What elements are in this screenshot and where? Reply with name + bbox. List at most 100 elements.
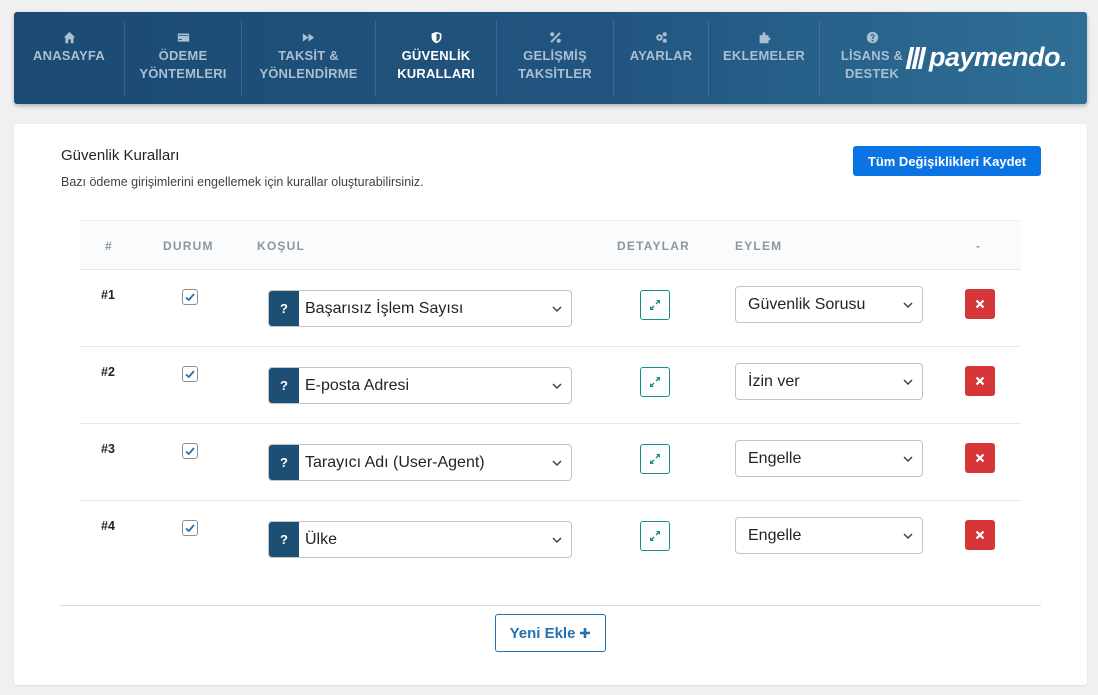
table-row: #1 ? Başarısız İşlem Sayısı Güvenlik Sor…	[80, 270, 1021, 347]
action-select[interactable]: Engelle	[735, 517, 923, 554]
header-condition: KOŞUL	[257, 239, 305, 253]
page-description: Bazı ödeme girişimlerini engellemek için…	[61, 175, 424, 189]
action-select[interactable]: Engelle	[735, 440, 923, 477]
condition-select[interactable]: ? Tarayıcı Adı (User-Agent)	[268, 444, 572, 481]
puzzle-icon	[758, 30, 771, 44]
plus-icon	[580, 628, 591, 638]
header-action: EYLEM	[735, 239, 783, 253]
row-number: #4	[101, 519, 115, 533]
close-icon	[975, 530, 985, 540]
chevron-down-icon	[552, 305, 562, 312]
brand-logo: paymendo.	[905, 42, 1068, 73]
nav-label-settings: AYARLAR	[629, 48, 693, 63]
header-status: DURUM	[163, 239, 214, 253]
chevron-down-icon	[903, 378, 913, 385]
help-icon[interactable]: ?	[269, 368, 299, 403]
save-all-button[interactable]: Tüm Değişiklikleri Kaydet	[853, 146, 1041, 176]
home-icon	[63, 30, 76, 44]
nav-label-addons: EKLEMELER	[723, 48, 805, 63]
table-row: #3 ? Tarayıcı Adı (User-Agent) Engelle	[80, 424, 1021, 501]
action-select[interactable]: Güvenlik Sorusu	[735, 286, 923, 323]
nav-label-advanced-installments: GELİŞMİŞ TAKSİTLER	[518, 48, 592, 81]
expand-details-button[interactable]	[640, 367, 670, 397]
status-checkbox[interactable]	[182, 289, 198, 305]
nav-item-home[interactable]: ANASAYFA	[14, 12, 124, 104]
chevron-down-icon	[903, 532, 913, 539]
expand-details-button[interactable]	[640, 444, 670, 474]
nav-label-license-support: LİSANS & DESTEK	[840, 48, 904, 81]
nav-label-security-rules: GÜVENLİK KURALLARI	[397, 48, 475, 81]
nav-item-security-rules[interactable]: GÜVENLİK KURALLARI	[376, 12, 496, 104]
status-checkbox[interactable]	[182, 520, 198, 536]
nav-label-payment-methods: ÖDEME YÖNTEMLERI	[139, 48, 227, 81]
nav-item-payment-methods[interactable]: ÖDEME YÖNTEMLERI	[125, 12, 241, 104]
condition-select[interactable]: ? E-posta Adresi	[268, 367, 572, 404]
question-circle-icon	[866, 30, 879, 44]
help-icon[interactable]: ?	[269, 522, 299, 557]
close-icon	[975, 376, 985, 386]
nav-label-home: ANASAYFA	[33, 48, 105, 63]
row-number: #2	[101, 365, 115, 379]
table-row: #4 ? Ülke Engelle	[80, 501, 1021, 578]
row-number: #1	[101, 288, 115, 302]
chevron-down-icon	[552, 536, 562, 543]
add-rule-button[interactable]: Yeni Ekle	[495, 614, 606, 652]
expand-icon	[650, 377, 660, 387]
condition-value: Tarayıcı Adı (User-Agent)	[305, 453, 485, 471]
header-remove: -	[976, 239, 982, 253]
expand-details-button[interactable]	[640, 521, 670, 551]
action-value: İzin ver	[748, 372, 800, 390]
status-checkbox[interactable]	[182, 443, 198, 459]
close-icon	[975, 453, 985, 463]
expand-details-button[interactable]	[640, 290, 670, 320]
rules-table: # DURUM KOŞUL DETAYLAR EYLEM - #1 ? Başa…	[80, 220, 1021, 578]
table-row: #2 ? E-posta Adresi İzin ver	[80, 347, 1021, 424]
condition-select[interactable]: ? Ülke	[268, 521, 572, 558]
row-number: #3	[101, 442, 115, 456]
add-rule-label: Yeni Ekle	[509, 624, 576, 642]
expand-icon	[650, 300, 660, 310]
delete-rule-button[interactable]	[965, 520, 995, 550]
nav-item-settings[interactable]: AYARLAR	[614, 12, 708, 104]
close-icon	[975, 299, 985, 309]
nav-items: ANASAYFA ÖDEME YÖNTEMLERI TAKSİT & YÖNLE…	[14, 12, 924, 104]
shield-icon	[430, 30, 443, 44]
action-value: Engelle	[748, 526, 802, 544]
check-icon	[185, 524, 195, 533]
condition-value: E-posta Adresi	[305, 376, 410, 394]
check-icon	[185, 447, 195, 456]
nav-item-advanced-installments[interactable]: GELİŞMİŞ TAKSİTLER	[497, 12, 613, 104]
page-title: Güvenlik Kuralları	[61, 147, 180, 164]
check-icon	[185, 370, 195, 379]
brand-mark-icon	[905, 46, 929, 69]
nav-item-addons[interactable]: EKLEMELER	[709, 12, 819, 104]
delete-rule-button[interactable]	[965, 443, 995, 473]
forward-icon	[302, 30, 315, 44]
table-header: # DURUM KOŞUL DETAYLAR EYLEM -	[80, 220, 1021, 270]
condition-select[interactable]: ? Başarısız İşlem Sayısı	[268, 290, 572, 327]
delete-rule-button[interactable]	[965, 366, 995, 396]
chevron-down-icon	[552, 459, 562, 466]
action-value: Engelle	[748, 449, 802, 467]
action-select[interactable]: İzin ver	[735, 363, 923, 400]
credit-card-icon	[177, 30, 190, 44]
nav-label-installment-routing: TAKSİT & YÖNLENDİRME	[259, 48, 358, 81]
delete-rule-button[interactable]	[965, 289, 995, 319]
nav-item-installment-routing[interactable]: TAKSİT & YÖNLENDİRME	[242, 12, 375, 104]
security-rules-card: Güvenlik Kuralları Bazı ödeme girişimler…	[14, 124, 1087, 685]
help-icon[interactable]: ?	[269, 291, 299, 326]
chevron-down-icon	[903, 301, 913, 308]
status-checkbox[interactable]	[182, 366, 198, 382]
gears-icon	[655, 30, 668, 44]
brand-name: paymendo.	[928, 42, 1068, 72]
expand-icon	[650, 531, 660, 541]
top-navigation: ANASAYFA ÖDEME YÖNTEMLERI TAKSİT & YÖNLE…	[14, 12, 1087, 104]
help-icon[interactable]: ?	[269, 445, 299, 480]
chevron-down-icon	[903, 455, 913, 462]
chevron-down-icon	[552, 382, 562, 389]
expand-icon	[650, 454, 660, 464]
divider	[60, 605, 1041, 606]
condition-value: Başarısız İşlem Sayısı	[305, 299, 464, 317]
header-num: #	[105, 239, 113, 253]
check-icon	[185, 293, 195, 302]
